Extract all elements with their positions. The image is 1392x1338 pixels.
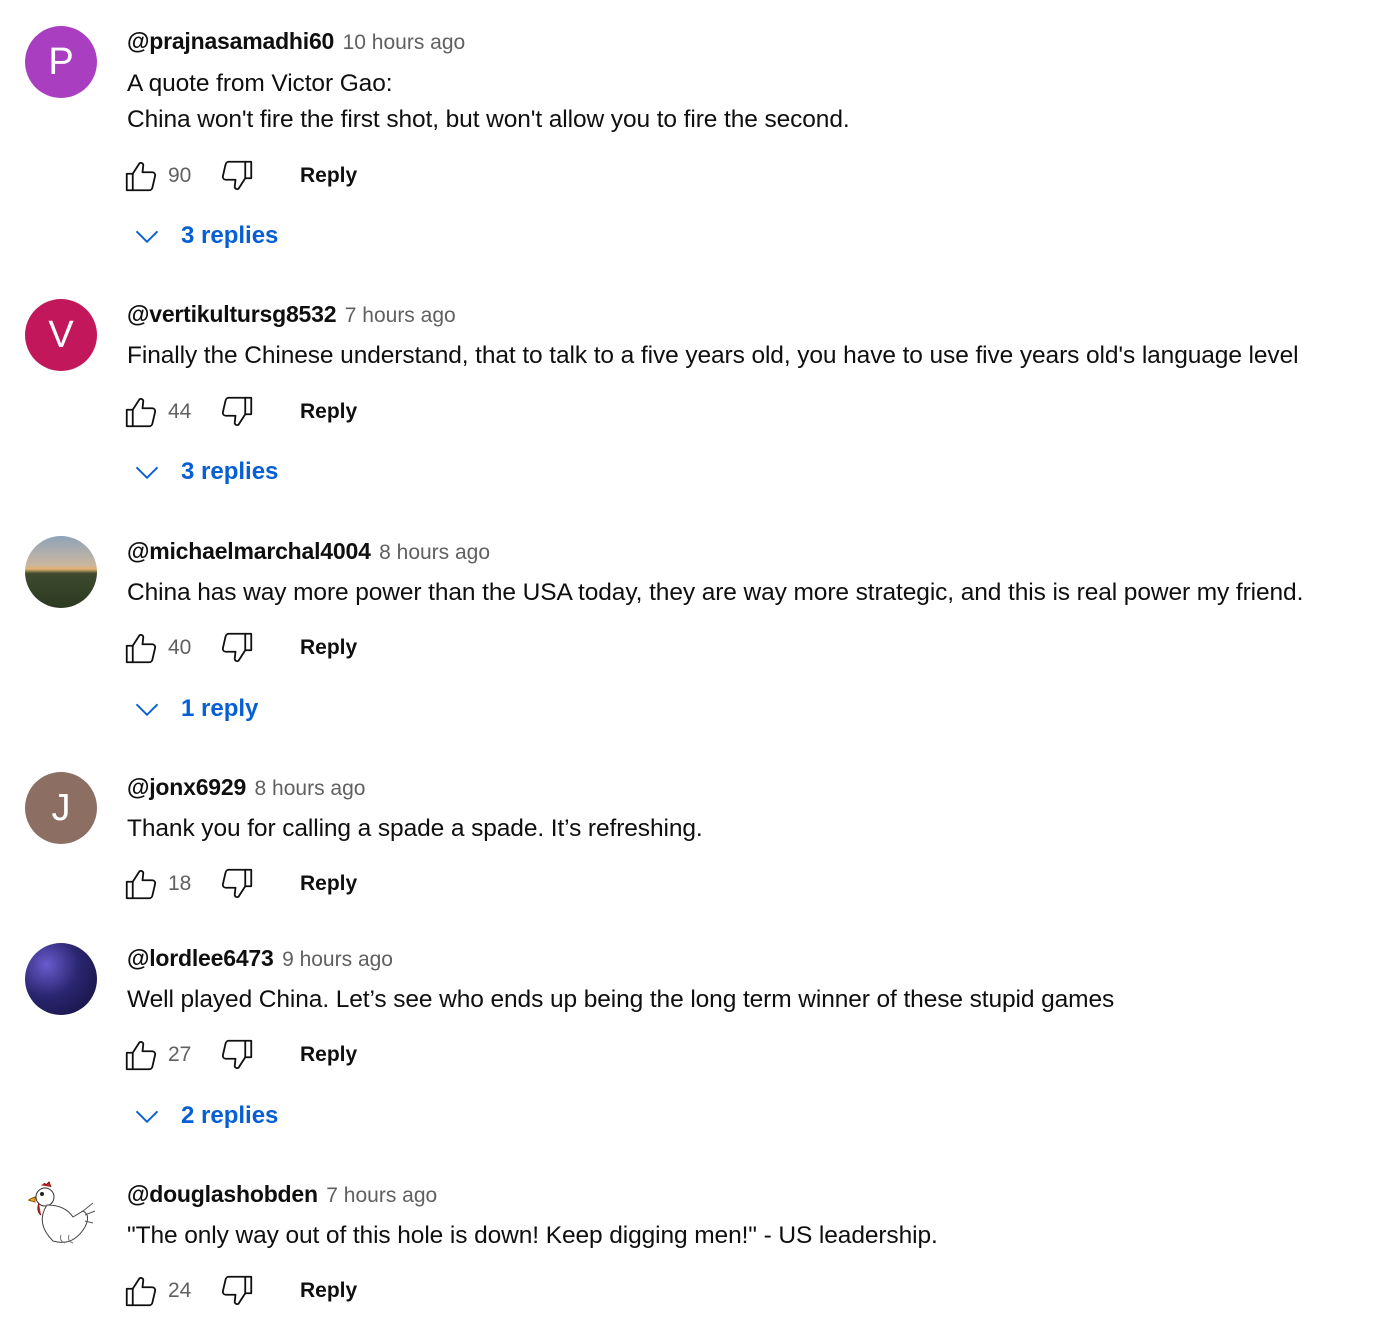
view-replies-button[interactable]: 1 reply — [133, 695, 258, 723]
thumbs-up-icon — [125, 397, 157, 428]
replies-count-label: 2 replies — [181, 1102, 279, 1129]
comment-time[interactable]: 8 hours ago — [255, 777, 366, 800]
dislike-button[interactable] — [218, 629, 256, 667]
replies-count-label: 3 replies — [181, 222, 279, 249]
avatar-letter: J — [51, 786, 71, 829]
comment-text-line: China won't fire the first shot, but won… — [127, 106, 850, 133]
thumbs-down-icon — [221, 868, 253, 899]
comment-text: A quote from Victor Gao: China won't fir… — [127, 66, 850, 138]
rooster-cartoon-icon — [26, 1180, 96, 1244]
comment-actions: 27 Reply — [122, 1035, 357, 1075]
thumbs-up-icon — [125, 1040, 157, 1071]
avatar[interactable]: V — [25, 299, 97, 371]
avatar-letter: V — [48, 313, 74, 356]
comment-author[interactable]: @prajnasamadhi60 — [127, 28, 334, 54]
comment-text: China has way more power than the USA to… — [127, 575, 1303, 611]
like-button[interactable] — [122, 393, 160, 431]
thumbs-up-icon — [125, 633, 157, 664]
comment-actions: 18 Reply — [122, 864, 357, 904]
reply-button[interactable]: Reply — [300, 400, 357, 424]
reply-button[interactable]: Reply — [300, 1279, 357, 1303]
like-button[interactable] — [122, 629, 160, 667]
avatar[interactable] — [25, 943, 97, 1015]
chevron-down-icon — [133, 458, 161, 486]
comment-author[interactable]: @michaelmarchal4004 — [127, 538, 371, 564]
comment-time[interactable]: 10 hours ago — [343, 31, 466, 54]
like-count: 40 — [168, 636, 192, 659]
like-count: 27 — [168, 1043, 192, 1066]
avatar-letter: P — [48, 40, 74, 83]
comment-author[interactable]: @douglashobden — [127, 1181, 318, 1207]
thumbs-down-icon — [221, 1275, 253, 1306]
comment-text-line: China has way more power than the USA to… — [127, 579, 1304, 606]
thumbs-up-icon — [125, 1276, 157, 1307]
thumbs-up-icon — [125, 869, 157, 900]
like-button[interactable] — [122, 865, 160, 903]
comment-text: Well played China. Let’s see who ends up… — [127, 982, 1114, 1018]
reply-button[interactable]: Reply — [300, 636, 357, 660]
like-button[interactable] — [122, 1272, 160, 1310]
reply-button[interactable]: Reply — [300, 164, 357, 188]
comment-time[interactable]: 7 hours ago — [345, 304, 456, 327]
thumbs-up-icon — [125, 161, 157, 192]
view-replies-button[interactable]: 2 replies — [133, 1102, 278, 1130]
dislike-button[interactable] — [218, 1036, 256, 1074]
comment-text-line: Finally the Chinese understand, that to … — [127, 342, 1299, 369]
like-button[interactable] — [122, 1036, 160, 1074]
dislike-button[interactable] — [218, 157, 256, 195]
comment-actions: 24 Reply — [122, 1271, 357, 1311]
comment-author[interactable]: @vertikultursg8532 — [127, 301, 337, 327]
comment-time[interactable]: 7 hours ago — [326, 1184, 437, 1207]
avatar[interactable]: J — [25, 772, 97, 844]
dislike-button[interactable] — [218, 865, 256, 903]
chevron-down-icon — [133, 695, 161, 723]
thumbs-down-icon — [221, 160, 253, 191]
comment-text: Finally the Chinese understand, that to … — [127, 338, 1299, 374]
comment-author[interactable]: @jonx6929 — [127, 774, 246, 800]
comment-actions: 90 Reply — [122, 156, 357, 196]
replies-count-label: 3 replies — [181, 458, 279, 485]
like-count: 24 — [168, 1279, 192, 1302]
like-count: 90 — [168, 164, 192, 187]
comment-text-line: "The only way out of this hole is down! … — [127, 1222, 938, 1249]
chevron-down-icon — [133, 1102, 161, 1130]
comment-actions: 44 Reply — [122, 392, 357, 432]
dislike-button[interactable] — [218, 1272, 256, 1310]
comment-time[interactable]: 8 hours ago — [379, 541, 490, 564]
avatar[interactable] — [25, 536, 97, 608]
view-replies-button[interactable]: 3 replies — [133, 222, 278, 250]
thumbs-down-icon — [221, 396, 253, 427]
comment-author[interactable]: @lordlee6473 — [127, 945, 274, 971]
comment-time[interactable]: 9 hours ago — [282, 948, 393, 971]
replies-count-label: 1 reply — [181, 695, 259, 722]
comment-text-line: Thank you for calling a spade a spade. I… — [127, 815, 703, 842]
comment-text-line: Well played China. Let’s see who ends up… — [127, 986, 1115, 1013]
dislike-button[interactable] — [218, 393, 256, 431]
reply-button[interactable]: Reply — [300, 1043, 357, 1067]
thumbs-down-icon — [221, 632, 253, 663]
like-count: 18 — [168, 872, 192, 895]
like-count: 44 — [168, 400, 192, 423]
reply-button[interactable]: Reply — [300, 872, 357, 896]
like-button[interactable] — [122, 157, 160, 195]
comment-text-line: A quote from Victor Gao: — [127, 70, 393, 97]
chevron-down-icon — [133, 222, 161, 250]
comment-text: Thank you for calling a spade a spade. I… — [127, 811, 703, 847]
comment-text: "The only way out of this hole is down! … — [127, 1218, 938, 1254]
comment-actions: 40 Reply — [122, 628, 357, 668]
avatar[interactable]: P — [25, 26, 97, 98]
thumbs-down-icon — [221, 1039, 253, 1070]
avatar[interactable] — [25, 1179, 97, 1251]
view-replies-button[interactable]: 3 replies — [133, 458, 278, 486]
